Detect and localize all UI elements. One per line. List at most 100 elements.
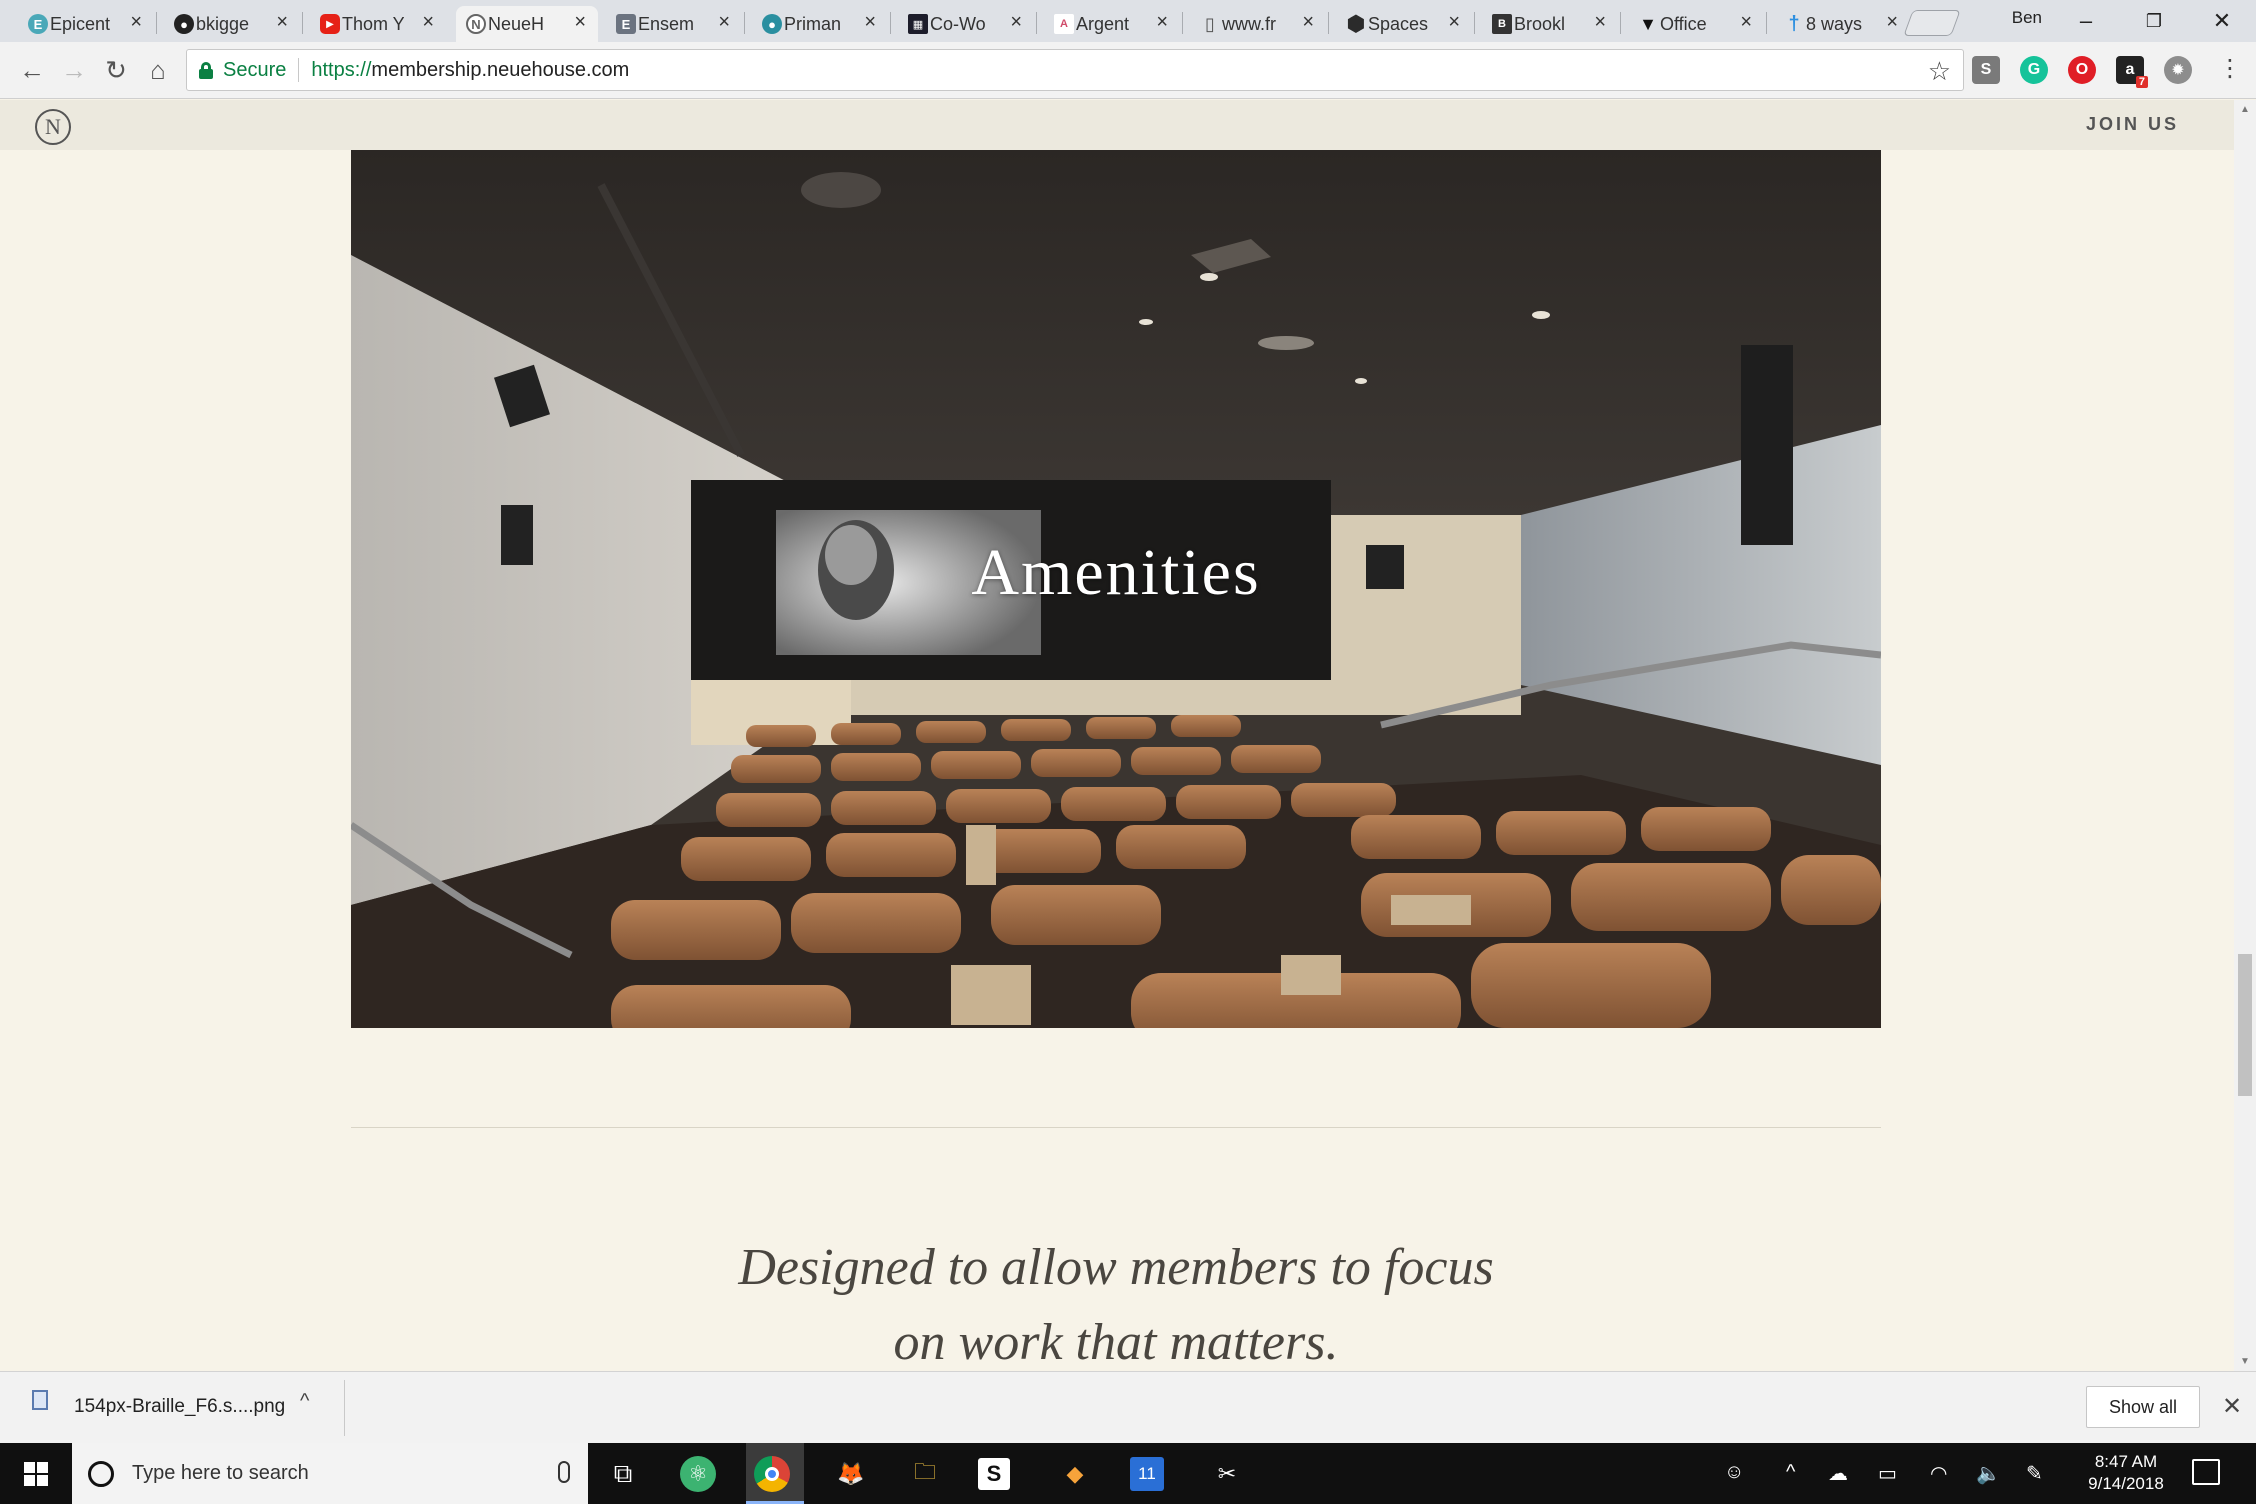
join-us-link[interactable]: JOIN US xyxy=(2086,114,2179,135)
chrome-menu-icon[interactable]: ⋮ xyxy=(2218,54,2242,83)
site-header: N JOIN US xyxy=(0,100,2234,150)
pen-icon[interactable]: ✎ xyxy=(2026,1461,2043,1486)
battery-icon[interactable]: ▭ xyxy=(1878,1461,1897,1486)
volume-icon[interactable]: 🔈 xyxy=(1976,1461,2001,1486)
tab-label: NeueH xyxy=(488,13,545,34)
file-explorer-icon[interactable]: 🗀 xyxy=(904,1453,946,1495)
close-tab-icon[interactable]: × xyxy=(1594,11,1606,34)
close-tab-icon[interactable]: × xyxy=(1448,11,1460,34)
chevron-up-icon[interactable]: ^ xyxy=(300,1390,309,1413)
start-button[interactable] xyxy=(0,1443,72,1504)
close-tab-icon[interactable]: × xyxy=(1010,11,1022,34)
page-viewport: Amenities N JOIN US Designed to allow me… xyxy=(0,100,2234,1371)
close-window-icon[interactable]: ✕ xyxy=(2192,4,2252,38)
search-placeholder: Type here to search xyxy=(132,1462,309,1484)
new-tab-button[interactable] xyxy=(1903,10,1961,36)
reload-icon[interactable]: ↻ xyxy=(98,52,134,88)
download-file-name[interactable]: 154px-Braille_F6.s....png xyxy=(74,1396,285,1418)
atom-app-icon[interactable]: ⚛ xyxy=(680,1456,716,1492)
tab-separator xyxy=(744,12,745,34)
close-tab-icon[interactable]: × xyxy=(864,11,876,34)
grammarly-icon[interactable]: G xyxy=(2020,56,2048,84)
tab-separator xyxy=(1328,12,1329,34)
argent-favicon-icon: A xyxy=(1054,14,1074,34)
tab-separator xyxy=(1474,12,1475,34)
close-tab-icon[interactable]: × xyxy=(1740,11,1752,34)
taskbar-clock[interactable]: 8:47 AM 9/14/2018 xyxy=(2066,1451,2186,1495)
tab-label: www.fr xyxy=(1222,13,1276,34)
close-tab-icon[interactable]: × xyxy=(130,11,142,34)
show-all-button[interactable]: Show all xyxy=(2086,1386,2200,1428)
onedrive-icon[interactable]: ☁ xyxy=(1828,1461,1848,1486)
calendar-app-icon[interactable]: 11 xyxy=(1130,1457,1164,1491)
task-view-icon[interactable]: ⧉ xyxy=(602,1453,644,1495)
scrollbar-thumb[interactable] xyxy=(2238,954,2252,1096)
tab-label: Argent xyxy=(1076,13,1130,34)
wifi-icon[interactable]: ◠ xyxy=(1930,1461,1947,1486)
url-host: membership.neuehouse.com xyxy=(371,58,630,81)
tab-8-ways[interactable]: † 8 ways × xyxy=(1774,6,1910,42)
gear-extension-icon[interactable]: ✹ xyxy=(2164,56,2192,84)
clock-time: 8:47 AM xyxy=(2094,1452,2158,1471)
tab-brooklyn[interactable]: B Brookl × xyxy=(1482,6,1618,42)
neuehouse-logo[interactable]: N xyxy=(35,109,71,145)
vertical-scrollbar[interactable]: ▲ ▼ xyxy=(2234,100,2256,1371)
close-tab-icon[interactable]: × xyxy=(276,11,288,34)
chrome-app-icon[interactable] xyxy=(754,1456,790,1492)
tab-github[interactable]: ● bkigge × xyxy=(164,6,300,42)
back-arrow-icon[interactable]: ← xyxy=(14,52,50,88)
tab-label: Co-Wo xyxy=(930,13,986,34)
close-tab-icon[interactable]: × xyxy=(1886,11,1898,34)
amazon-icon[interactable]: a 7 xyxy=(2116,56,2148,88)
profile-name[interactable]: Ben xyxy=(2012,8,2042,28)
forward-arrow-icon[interactable]: → xyxy=(56,52,92,88)
tab-epicenter[interactable]: E Epicent × xyxy=(18,6,154,42)
address-bar[interactable]: Secure https:// membership.neuehouse.com… xyxy=(186,49,1964,91)
tab-argent[interactable]: A Argent × xyxy=(1044,6,1180,42)
tab-separator xyxy=(1766,12,1767,34)
sublime-app-icon[interactable]: S xyxy=(978,1458,1010,1490)
tab-separator xyxy=(890,12,891,34)
show-hidden-icons-chevron[interactable]: ^ xyxy=(1786,1461,1795,1484)
tab-youtube[interactable]: ▶ Thom Y × xyxy=(310,6,446,42)
tab-document[interactable]: ▯ www.fr × xyxy=(1190,6,1326,42)
tab-spaces[interactable]: ⬢ Spaces × xyxy=(1336,6,1472,42)
bookmark-star-icon[interactable]: ☆ xyxy=(1928,56,1951,87)
secure-label: Secure xyxy=(223,58,287,81)
tab-office[interactable]: ▼ Office × xyxy=(1628,6,1764,42)
tab-separator xyxy=(1036,12,1037,34)
git-app-icon[interactable]: ◆ xyxy=(1054,1453,1096,1495)
lock-icon xyxy=(199,62,213,79)
close-download-bar-icon[interactable]: ✕ xyxy=(2222,1392,2242,1421)
scroll-up-arrow-icon[interactable]: ▲ xyxy=(2240,104,2250,115)
minimize-icon[interactable]: – xyxy=(2056,4,2116,38)
close-tab-icon[interactable]: × xyxy=(718,11,730,34)
gimp-app-icon[interactable]: 🦊 xyxy=(830,1453,872,1495)
tagline: Designed to allow members to focus on wo… xyxy=(351,1230,1881,1371)
opera-icon[interactable]: O xyxy=(2068,56,2096,84)
tab-neuehouse-active[interactable]: N NeueH × xyxy=(456,6,598,42)
scroll-down-arrow-icon[interactable]: ▼ xyxy=(2240,1356,2250,1367)
people-icon[interactable]: ☺ xyxy=(1724,1461,1744,1484)
office-favicon-icon: ▼ xyxy=(1639,13,1657,34)
close-tab-icon[interactable]: × xyxy=(1156,11,1168,34)
cowork-favicon-icon: ▦ xyxy=(908,14,928,34)
epicenter-favicon-icon: E xyxy=(28,14,48,34)
close-tab-icon[interactable]: × xyxy=(574,11,586,34)
restore-icon[interactable]: ❐ xyxy=(2124,4,2184,38)
home-icon[interactable]: ⌂ xyxy=(140,52,176,88)
tab-separator xyxy=(156,12,157,34)
download-bar: 154px-Braille_F6.s....png ^ Show all ✕ xyxy=(0,1371,2256,1443)
tab-label: Brookl xyxy=(1514,13,1566,34)
action-center-icon[interactable] xyxy=(2192,1459,2220,1485)
microphone-icon[interactable] xyxy=(558,1461,570,1483)
tab-primary[interactable]: ● Priman × xyxy=(752,6,888,42)
close-tab-icon[interactable]: × xyxy=(422,11,434,34)
taskbar-search-box[interactable]: Type here to search xyxy=(72,1443,588,1504)
close-tab-icon[interactable]: × xyxy=(1302,11,1314,34)
amenities-hero-image: Amenities xyxy=(351,125,1881,1028)
snipping-tool-icon[interactable]: ✂ xyxy=(1206,1453,1248,1495)
ext-s-icon[interactable]: S xyxy=(1972,56,2000,84)
tab-ensemble[interactable]: E Ensem × xyxy=(606,6,742,42)
tab-cowork[interactable]: ▦ Co-Wo × xyxy=(898,6,1034,42)
